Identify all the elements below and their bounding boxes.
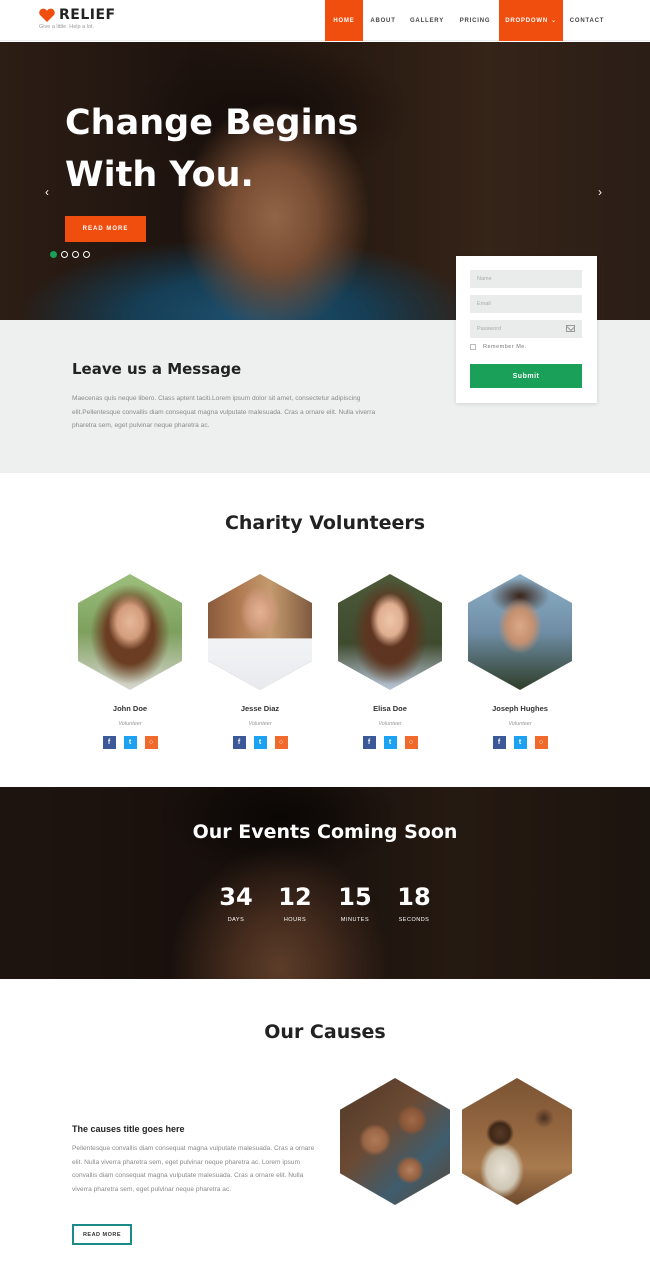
nav-home[interactable]: HOME bbox=[325, 0, 363, 41]
twitter-icon[interactable]: t bbox=[253, 736, 267, 749]
cause-photo-children bbox=[340, 1078, 450, 1205]
volunteer-role: Volunteer bbox=[248, 721, 272, 727]
remember-me[interactable]: Remember Me. bbox=[470, 344, 527, 350]
twitter-icon[interactable]: t bbox=[383, 736, 397, 749]
submit-button[interactable]: Submit bbox=[470, 364, 582, 388]
main-menu: HOME ABOUT GALLERY PRICING DROPDOWN ⌄ CO… bbox=[325, 0, 611, 41]
message-title: Leave us a Message bbox=[72, 360, 242, 378]
causes-title: Our Causes bbox=[264, 1021, 386, 1043]
cause-photo-classroom bbox=[462, 1078, 572, 1205]
cause-item-text: Pellentesque convallis diam consequat ma… bbox=[72, 1145, 315, 1193]
cause-item-title: The causes title goes here bbox=[72, 1124, 185, 1134]
countdown-days: 34 DAYS bbox=[206, 883, 266, 923]
events-section: Our Events Coming Soon 34 DAYS 12 HOURS … bbox=[0, 787, 650, 979]
password-field[interactable]: Password bbox=[470, 320, 582, 338]
instagram-icon[interactable]: ○ bbox=[274, 736, 288, 749]
volunteer-name: Jesse Diaz bbox=[240, 704, 280, 713]
social-links: f t ○ bbox=[208, 736, 312, 749]
nav-dropdown[interactable]: DROPDOWN ⌄ bbox=[499, 0, 563, 41]
slider-dot-4[interactable] bbox=[83, 251, 90, 258]
countdown-value: 15 bbox=[338, 883, 372, 911]
social-links: f t ○ bbox=[78, 736, 182, 749]
countdown-hours: 12 HOURS bbox=[265, 883, 325, 923]
instagram-icon[interactable]: ○ bbox=[534, 736, 548, 749]
instagram-icon[interactable]: ○ bbox=[144, 736, 158, 749]
volunteer-card: Joseph Hughes Volunteer f t ○ bbox=[468, 574, 572, 749]
brand-name: RELIEF bbox=[59, 7, 116, 23]
volunteer-card: John Doe Volunteer f t ○ bbox=[78, 574, 182, 749]
twitter-icon[interactable]: t bbox=[513, 736, 527, 749]
instagram-icon[interactable]: ○ bbox=[404, 736, 418, 749]
chevron-right-icon[interactable]: › bbox=[598, 185, 602, 199]
password-placeholder: Password bbox=[477, 326, 502, 332]
nav-pricing[interactable]: PRICING bbox=[451, 0, 499, 41]
volunteer-role: Volunteer bbox=[118, 721, 142, 727]
countdown-minutes: 15 MINUTES bbox=[325, 883, 385, 923]
slider-dot-2[interactable] bbox=[61, 251, 68, 258]
navbar: RELIEF Give a little. Help a lot. HOME A… bbox=[0, 0, 650, 41]
facebook-icon[interactable]: f bbox=[492, 736, 506, 749]
remember-label: Remember Me. bbox=[483, 344, 527, 350]
slider-dot-3[interactable] bbox=[72, 251, 79, 258]
volunteer-role: Volunteer bbox=[508, 721, 532, 727]
volunteer-photo bbox=[78, 574, 182, 690]
volunteer-card: Elisa Doe Volunteer f t ○ bbox=[338, 574, 442, 749]
hero-title-line1: Change Begins bbox=[65, 103, 359, 143]
facebook-icon[interactable]: f bbox=[232, 736, 246, 749]
volunteer-name: Elisa Doe bbox=[373, 704, 407, 713]
volunteer-photo bbox=[208, 574, 312, 690]
cause-read-more-button[interactable]: READ MORE bbox=[72, 1224, 132, 1245]
nav-contact[interactable]: CONTACT bbox=[563, 0, 611, 41]
social-links: f t ○ bbox=[468, 736, 572, 749]
heart-icon bbox=[39, 8, 55, 22]
message-text: Maecenas quis neque libero. Class aptent… bbox=[72, 395, 376, 429]
nav-gallery[interactable]: GALLERY bbox=[403, 0, 451, 41]
nav-about[interactable]: ABOUT bbox=[363, 0, 403, 41]
events-title: Our Events Coming Soon bbox=[192, 821, 458, 843]
volunteer-name: Joseph Hughes bbox=[492, 704, 548, 713]
volunteer-card: Jesse Diaz Volunteer f t ○ bbox=[208, 574, 312, 749]
facebook-icon[interactable]: f bbox=[102, 736, 116, 749]
nav-dropdown-label: DROPDOWN bbox=[505, 17, 548, 24]
volunteer-photo bbox=[468, 574, 572, 690]
volunteer-role: Volunteer bbox=[378, 721, 402, 727]
hero-title-line2: With You. bbox=[65, 155, 254, 195]
chevron-left-icon[interactable]: ‹ bbox=[45, 185, 49, 199]
chevron-down-icon: ⌄ bbox=[550, 18, 557, 24]
countdown-label: HOURS bbox=[283, 917, 307, 923]
email-field[interactable]: Email bbox=[470, 295, 582, 313]
countdown-label: DAYS bbox=[227, 917, 245, 923]
countdown-value: 12 bbox=[278, 883, 312, 911]
volunteer-name: John Doe bbox=[112, 704, 148, 713]
name-field[interactable]: Name bbox=[470, 270, 582, 288]
remember-checkbox[interactable] bbox=[470, 344, 476, 350]
brand-tagline: Give a little. Help a lot. bbox=[39, 24, 95, 30]
countdown-seconds: 18 SECONDS bbox=[384, 883, 444, 923]
hero-read-more-button[interactable]: READ MORE bbox=[65, 216, 146, 242]
countdown-value: 18 bbox=[397, 883, 431, 911]
slider-dots bbox=[50, 251, 90, 258]
countdown-label: MINUTES bbox=[340, 917, 370, 923]
volunteer-photo bbox=[338, 574, 442, 690]
countdown-label: SECONDS bbox=[398, 917, 430, 923]
slider-dot-1[interactable] bbox=[50, 251, 57, 258]
hero-title: Change Begins With You. bbox=[65, 97, 405, 201]
social-links: f t ○ bbox=[338, 736, 442, 749]
facebook-icon[interactable]: f bbox=[362, 736, 376, 749]
countdown-value: 34 bbox=[219, 883, 253, 911]
twitter-icon[interactable]: t bbox=[123, 736, 137, 749]
envelope-icon bbox=[566, 325, 575, 332]
volunteers-title: Charity Volunteers bbox=[224, 512, 426, 534]
login-form: Name Email Password Remember Me. Submit bbox=[456, 256, 597, 403]
logo[interactable]: RELIEF Give a little. Help a lot. bbox=[39, 7, 116, 30]
